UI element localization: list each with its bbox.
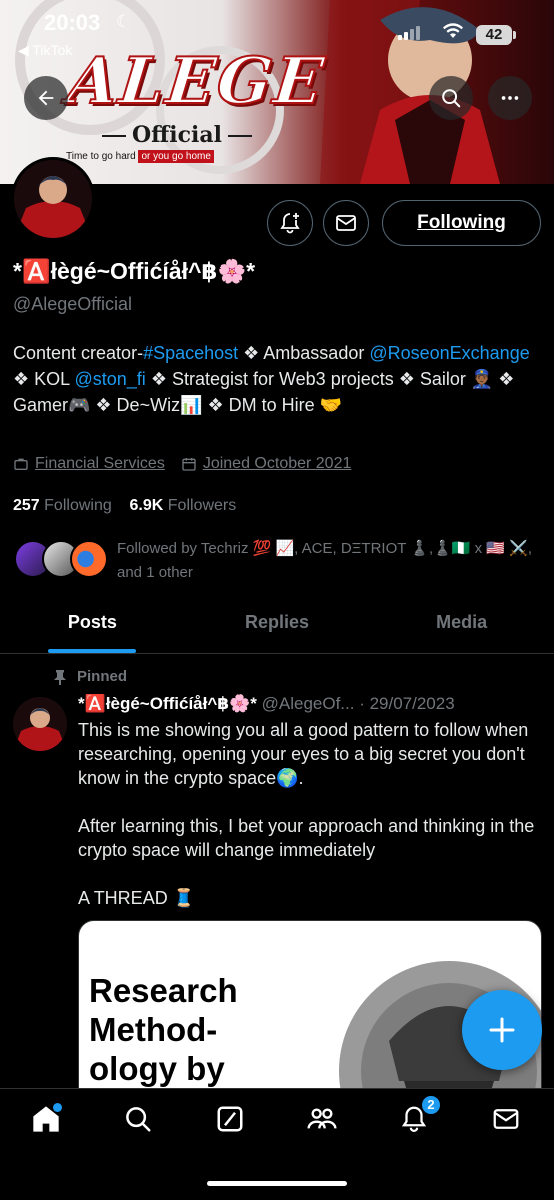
profile-handle: @AlegeOfficial — [13, 294, 132, 314]
status-time: 20:03 — [44, 10, 101, 35]
bio-mention-link[interactable]: @ston_fi — [75, 369, 146, 389]
pinned-indicator: Pinned — [53, 668, 127, 685]
followers-count-link[interactable]: 6.9K Followers — [130, 497, 237, 514]
bell-plus-icon — [280, 213, 300, 234]
tab-posts[interactable]: Posts — [0, 596, 185, 653]
banner-tagline-b: or you go home — [138, 150, 214, 163]
back-to-app-link[interactable]: ◀ TikTok — [18, 42, 72, 59]
banner-logo: ALEGE — [63, 43, 330, 120]
bio-text: ❖ KOL — [13, 369, 75, 389]
followers-count: 6.9K — [129, 497, 164, 514]
compose-post-button[interactable] — [462, 990, 542, 1070]
following-label: Following — [44, 497, 112, 514]
post-text[interactable]: This is me showing you all a good patter… — [78, 718, 538, 934]
profile-meta: Financial Services Joined October 2021 — [13, 455, 351, 473]
joined-date: Joined October 2021 — [202, 455, 352, 472]
followers-label: Followers — [167, 497, 237, 514]
follower-avatar — [70, 540, 108, 578]
banner-subtitle: Official — [96, 122, 258, 148]
back-button[interactable] — [24, 76, 68, 120]
focus-moon-icon: ☾ — [116, 12, 132, 31]
nav-communities[interactable] — [302, 1099, 342, 1139]
more-dots-icon — [501, 96, 519, 100]
nav-explore[interactable] — [118, 1099, 158, 1139]
notifications-badge: 2 — [420, 1094, 442, 1116]
bio-text: ❖ Ambassador — [238, 343, 370, 363]
briefcase-icon — [13, 456, 29, 472]
nav-grok[interactable] — [210, 1099, 250, 1139]
followed-by-avatars[interactable] — [14, 540, 108, 582]
battery-tip — [513, 31, 516, 39]
arrow-left-icon — [38, 90, 54, 106]
media-title-text: Research Method-ology by — [89, 972, 238, 1087]
avatar-image — [14, 160, 92, 238]
cellular-signal-icon — [398, 26, 420, 40]
following-count: 257 — [13, 497, 40, 514]
banner-tagline: Time to go hard or you go home — [66, 150, 214, 163]
nav-messages[interactable] — [486, 1099, 526, 1139]
message-button[interactable] — [323, 200, 369, 246]
post-author-avatar[interactable] — [13, 697, 67, 751]
follow-counts: 257 Following 6.9K Followers — [13, 497, 236, 515]
battery-indicator: 42 — [476, 25, 512, 45]
search-icon — [442, 89, 461, 108]
envelope-icon — [336, 215, 356, 231]
home-unread-dot — [53, 1103, 62, 1112]
search-button[interactable] — [429, 76, 473, 120]
wifi-icon — [442, 22, 464, 46]
profile-bio: Content creator-#Spacehost ❖ Ambassador … — [13, 340, 533, 418]
post-paragraph: This is me showing you all a good patter… — [78, 720, 529, 788]
more-options-button[interactable] — [488, 76, 532, 120]
post-header: *🅰️łègé~Offićíåł^฿🌸* @AlegeOf... · 29/07… — [78, 694, 548, 714]
post-paragraph: After learning this, I bet your approach… — [78, 816, 535, 860]
category-link[interactable]: Financial Services — [35, 455, 165, 473]
post-paragraph: A THREAD 🧵 — [78, 888, 196, 908]
post-avatar-image — [13, 697, 67, 751]
post-meta: @AlegeOf... · 29/07/2023 — [256, 694, 455, 713]
profile-display-name: *🅰️łègé~Offićíåł^฿🌸* — [13, 258, 256, 284]
communities-icon — [307, 1108, 337, 1129]
calendar-icon — [181, 456, 197, 472]
status-bar: 20:03 ☾ 42 — [0, 0, 554, 45]
profile-tabs: Posts Replies Media — [0, 596, 554, 654]
nav-home[interactable] — [26, 1099, 66, 1139]
following-count-link[interactable]: 257 Following — [13, 497, 112, 514]
banner-tagline-a: Time to go hard — [66, 151, 136, 162]
home-indicator[interactable] — [207, 1181, 347, 1186]
pin-icon — [53, 669, 67, 685]
plus-icon — [489, 1017, 515, 1043]
profile-avatar[interactable] — [11, 157, 95, 241]
following-button[interactable]: Following — [382, 200, 541, 246]
pinned-label: Pinned — [77, 668, 128, 685]
grok-icon — [217, 1106, 243, 1132]
bio-hashtag-link[interactable]: #Spacehost — [143, 343, 238, 363]
subscribe-notifications-button[interactable] — [267, 200, 313, 246]
tab-replies[interactable]: Replies — [185, 596, 370, 653]
bio-text: Content creator- — [13, 343, 144, 363]
bio-mention-link[interactable]: @RoseonExchange — [369, 343, 529, 363]
tab-media[interactable]: Media — [369, 596, 554, 653]
post-author-name[interactable]: *🅰️łègé~Offićíåł^฿🌸* — [78, 694, 257, 713]
search-icon — [126, 1107, 151, 1132]
envelope-icon — [493, 1109, 519, 1129]
followed-by-text[interactable]: Followed by Techriz 💯 📈, ACE, DΞTRIOT ♟️… — [117, 537, 537, 585]
